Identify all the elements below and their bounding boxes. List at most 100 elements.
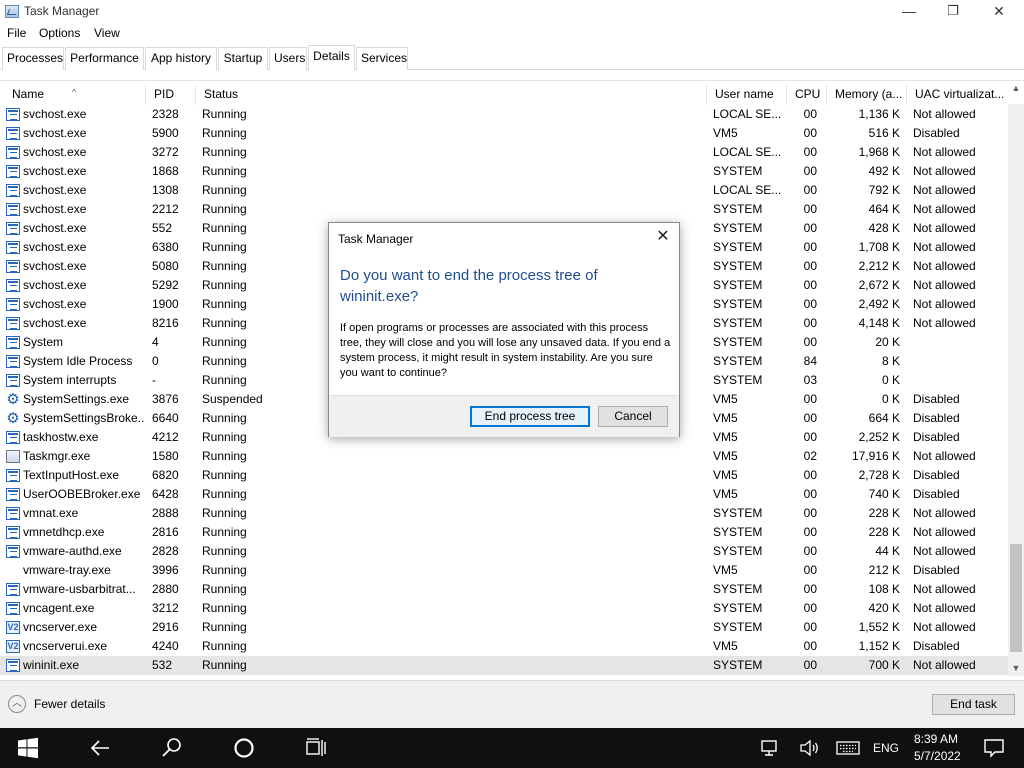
service-icon (6, 127, 20, 140)
tab-services[interactable]: Services (356, 47, 408, 70)
chevron-up-circle-icon[interactable]: ︿ (8, 695, 26, 713)
process-pid: 5900 (152, 126, 179, 140)
fewer-details-link[interactable]: Fewer details (34, 697, 105, 711)
minimize-button[interactable]: — (886, 0, 932, 24)
process-name: svchost.exe (23, 278, 87, 292)
column-header-pid[interactable]: PID (146, 85, 196, 105)
table-row[interactable]: svchost.exe 1308 Running LOCAL SE... 00 792 K… (0, 181, 1008, 200)
scroll-down-arrow-icon[interactable]: ▼ (1008, 660, 1024, 676)
table-row[interactable]: UserOOBEBroker.exe 6428 Running VM5 00 740 K D… (0, 485, 1008, 504)
process-cpu: 00 (803, 525, 817, 539)
scrollbar-thumb[interactable] (1010, 544, 1022, 652)
column-header-name[interactable]: Name ^ (4, 85, 146, 105)
tab-processes[interactable]: Processes (2, 47, 64, 70)
process-name: svchost.exe (23, 164, 87, 178)
table-row[interactable]: vmware-authd.exe 2828 Running SYSTEM 00 44 K N… (0, 542, 1008, 561)
tab-performance[interactable]: Performance (65, 47, 144, 70)
process-user-name: SYSTEM (713, 506, 763, 520)
table-row[interactable]: svchost.exe 2328 Running LOCAL SE... 00 1,136… (0, 105, 1008, 124)
tab-startup[interactable]: Startup (218, 47, 268, 70)
tab-app-history[interactable]: App history (145, 47, 217, 70)
process-uac-virtualization: Not allowed (913, 202, 976, 216)
column-header-memory[interactable]: Memory (a... (827, 85, 907, 105)
tab-users[interactable]: Users (269, 47, 307, 70)
table-row[interactable]: vncagent.exe 3212 Running SYSTEM 00 420 K Not … (0, 599, 1008, 618)
process-status: Running (202, 658, 247, 672)
table-row[interactable]: vmnetdhcp.exe 2816 Running SYSTEM 00 228 K Not… (0, 523, 1008, 542)
back-arrow-icon[interactable] (88, 736, 112, 760)
dialog-close-button[interactable]: ✕ (653, 228, 673, 248)
process-pid: 3876 (152, 392, 179, 406)
tab-details[interactable]: Details (308, 45, 355, 71)
process-uac-virtualization: Not allowed (913, 240, 976, 254)
process-pid: 5080 (152, 259, 179, 273)
process-memory: 492 K (868, 164, 900, 178)
process-pid: 2888 (152, 506, 179, 520)
process-name: svchost.exe (23, 126, 87, 140)
sort-ascending-icon: ^ (72, 87, 77, 97)
end-task-button[interactable]: End task (932, 694, 1015, 715)
table-row[interactable]: Taskmgr.exe 1580 Running VM5 02 17,916 K Not a… (0, 447, 1008, 466)
table-row[interactable]: svchost.exe 2212 Running SYSTEM 00 464 K Not a… (0, 200, 1008, 219)
table-row[interactable]: V2 vncserverui.exe 4240 Running VM5 00 1,152 K… (0, 637, 1008, 656)
process-status: Running (202, 107, 247, 121)
service-icon (6, 431, 20, 444)
process-user-name: VM5 (713, 487, 738, 501)
process-cpu: 00 (803, 202, 817, 216)
menu-file[interactable]: File (7, 26, 26, 40)
process-pid: 1308 (152, 183, 179, 197)
cortana-icon[interactable] (232, 736, 256, 760)
table-row[interactable]: svchost.exe 3272 Running LOCAL SE... 00 1,968… (0, 143, 1008, 162)
column-header-status[interactable]: Status (196, 85, 707, 105)
process-memory: 2,492 K (858, 297, 900, 311)
table-row[interactable]: vmnat.exe 2888 Running SYSTEM 00 228 K Not all… (0, 504, 1008, 523)
process-name: wininit.exe (23, 658, 80, 672)
close-window-button[interactable]: ✕ (976, 0, 1022, 24)
notifications-icon[interactable] (982, 736, 1006, 760)
keyboard-icon[interactable] (835, 736, 861, 760)
process-user-name: SYSTEM (713, 658, 763, 672)
column-header-uac[interactable]: UAC virtualizat... (907, 85, 1007, 105)
process-uac-virtualization: Not allowed (913, 107, 976, 121)
column-header-cpu[interactable]: CPU (787, 85, 827, 105)
clock-date[interactable]: 5/7/2022 (914, 749, 961, 763)
network-icon[interactable] (757, 736, 781, 760)
process-cpu: 00 (803, 183, 817, 197)
restore-button[interactable]: ❐ (930, 0, 976, 24)
volume-icon[interactable] (797, 736, 821, 760)
process-memory: 2,252 K (858, 430, 900, 444)
windows-start-icon[interactable] (16, 736, 40, 760)
search-icon[interactable] (160, 736, 184, 760)
service-icon (6, 507, 20, 520)
process-status: Running (202, 620, 247, 634)
scroll-up-arrow-icon[interactable]: ▲ (1008, 80, 1024, 96)
table-row[interactable]: TextInputHost.exe 6820 Running VM5 00 2,728 K… (0, 466, 1008, 485)
cancel-button[interactable]: Cancel (598, 406, 668, 427)
end-process-tree-dialog: Task Manager ✕ Do you want to end the pr… (328, 222, 680, 437)
process-pid: 2828 (152, 544, 179, 558)
column-header-user-name[interactable]: User name (707, 85, 787, 105)
end-process-tree-button[interactable]: End process tree (470, 406, 590, 427)
service-icon (6, 298, 20, 311)
service-icon (6, 336, 20, 349)
process-cpu: 00 (803, 164, 817, 178)
menu-view[interactable]: View (94, 26, 120, 40)
process-memory: 1,968 K (858, 145, 900, 159)
language-indicator[interactable]: ENG (873, 741, 899, 755)
table-row[interactable]: vmware-usbarbitrat... 2880 Running SYSTEM 00… (0, 580, 1008, 599)
process-name: vmware-usbarbitrat... (23, 582, 136, 596)
service-icon (6, 260, 20, 273)
table-row[interactable]: V2 vncserver.exe 2916 Running SYSTEM 00 1,552 … (0, 618, 1008, 637)
service-icon (6, 602, 20, 615)
table-row[interactable]: svchost.exe 1868 Running SYSTEM 00 492 K Not a… (0, 162, 1008, 181)
table-row[interactable]: vmware-tray.exe 3996 Running VM5 00 212 K Disa… (0, 561, 1008, 580)
table-row[interactable]: wininit.exe 532 Running SYSTEM 00 700 K Not al… (0, 656, 1008, 675)
table-row[interactable]: svchost.exe 5900 Running VM5 00 516 K Disabled (0, 124, 1008, 143)
menu-options[interactable]: Options (39, 26, 80, 40)
service-icon (6, 165, 20, 178)
clock-time[interactable]: 8:39 AM (914, 732, 958, 746)
task-view-icon[interactable] (304, 736, 328, 760)
vertical-scrollbar[interactable]: ▲ ▼ (1008, 83, 1024, 676)
taskbar: ENG 8:39 AM 5/7/2022 (0, 728, 1024, 768)
process-user-name: SYSTEM (713, 354, 763, 368)
